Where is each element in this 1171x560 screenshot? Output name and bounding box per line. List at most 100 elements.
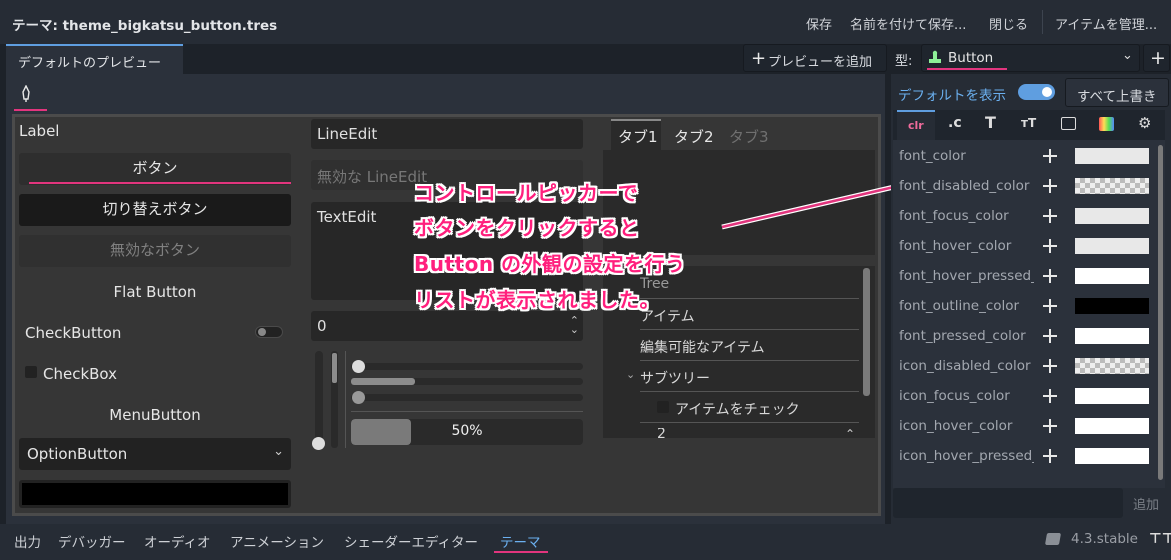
tree-check-item[interactable]: アイテムをチェック — [675, 399, 800, 419]
add-override-icon[interactable] — [1043, 239, 1057, 253]
color-swatch[interactable] — [1075, 418, 1149, 434]
preview-spin-box[interactable]: 0 ⌃ ⌄ — [311, 311, 583, 341]
add-override-icon[interactable] — [1043, 359, 1057, 373]
option-button-label: OptionButton — [27, 445, 128, 463]
add-preview-label: プレビューを追加 — [768, 55, 873, 70]
expand-panel-icon[interactable]: ⊤⊤ — [1149, 531, 1171, 547]
add-override-icon[interactable] — [1043, 149, 1057, 163]
bottom-tab-shader-editor[interactable]: シェーダーエディター — [344, 531, 478, 551]
color-swatch[interactable] — [1075, 358, 1149, 374]
tree-divider — [640, 298, 859, 299]
save-as-button[interactable]: 名前を付けて保存... — [850, 14, 966, 33]
tab-3[interactable]: タブ3 — [729, 126, 769, 147]
tree-divider — [640, 391, 859, 392]
bottom-tab-output[interactable]: 出力 — [14, 531, 41, 551]
add-item-input[interactable] — [893, 488, 1123, 518]
chevron-up-icon[interactable]: ⌃ — [845, 427, 855, 441]
font-icon[interactable]: T — [985, 113, 996, 132]
tree-scrollbar[interactable] — [863, 268, 870, 396]
tree-divider — [640, 360, 859, 361]
icon-type-icon[interactable] — [1061, 117, 1076, 130]
spin-arrows-icon[interactable]: ⌃ ⌄ — [570, 315, 579, 335]
tree-subtree[interactable]: サブツリー — [640, 368, 710, 388]
preview-flat-button[interactable]: Flat Button — [19, 283, 291, 301]
add-override-icon[interactable] — [1043, 419, 1057, 433]
chevron-down-icon: ⌄ — [1122, 48, 1133, 63]
add-preview-button[interactable]: + プレビューを追加 — [743, 44, 887, 72]
preview-hslider[interactable] — [351, 360, 583, 373]
save-button[interactable]: 保存 — [806, 14, 832, 33]
annotation-line-3: Button の外観の設定を行う — [414, 252, 686, 276]
color-swatch[interactable] — [1075, 448, 1149, 464]
preview-check-box[interactable]: CheckBox — [43, 365, 117, 383]
color-swatch[interactable] — [1075, 148, 1149, 164]
property-font-hover-pressed-color: font_hover_pressed_ — [899, 268, 1034, 284]
preview-hseparator — [351, 411, 583, 412]
preview-toggle-button[interactable]: 切り替えボタン — [19, 194, 291, 226]
color-icon: clr — [908, 119, 924, 132]
preview-check-button[interactable]: CheckButton — [25, 324, 121, 342]
color-swatch[interactable] — [1075, 328, 1149, 344]
preview-vseparator — [345, 351, 346, 448]
tab-default-preview[interactable]: デフォルトのプレビュー — [6, 44, 183, 74]
preview-line-edit[interactable]: LineEdit — [311, 119, 583, 149]
show-default-toggle[interactable] — [1018, 84, 1055, 100]
checkbox-icon[interactable] — [657, 401, 669, 413]
add-type-button[interactable]: + — [1143, 44, 1170, 72]
preview-hscrollbar[interactable] — [351, 378, 583, 385]
tree-editable-item[interactable]: 編集可能なアイテム — [640, 337, 765, 357]
preview-vscrollbar[interactable] — [331, 351, 338, 448]
preview-button[interactable]: ボタン — [19, 153, 291, 185]
preview-color-picker-button[interactable] — [19, 480, 291, 508]
bottom-tab-theme[interactable]: テーマ — [500, 531, 541, 551]
annotation-line-4: リストが表示されました。 — [414, 288, 660, 312]
preview-hslider-2[interactable] — [351, 391, 583, 404]
bottom-tab-audio[interactable]: オーディオ — [144, 531, 211, 551]
progress-percent: 50% — [451, 423, 483, 439]
add-override-icon[interactable] — [1043, 329, 1057, 343]
stylebox-icon[interactable] — [1099, 117, 1114, 131]
toggle-switch-icon[interactable] — [255, 326, 283, 338]
color-swatch[interactable] — [1075, 268, 1149, 284]
plus-icon: + — [1150, 47, 1166, 69]
preview-option-button[interactable]: OptionButton ⌄ — [19, 438, 291, 470]
manage-items-button[interactable]: アイテムを管理... — [1055, 14, 1157, 33]
add-override-icon[interactable] — [1043, 269, 1057, 283]
close-button[interactable]: 閉じる — [989, 14, 1028, 33]
color-swatch[interactable] — [1075, 388, 1149, 404]
preview-vslider[interactable] — [312, 351, 325, 450]
constant-icon[interactable]: .c — [948, 115, 962, 131]
button-underline-marker — [29, 182, 291, 184]
tab-1[interactable]: タブ1 — [611, 119, 661, 150]
color-swatch[interactable] — [1075, 178, 1149, 194]
property-list-scrollbar[interactable] — [1158, 145, 1163, 480]
spin-value: 0 — [317, 317, 327, 335]
preview-label: Label — [19, 122, 60, 140]
control-picker-icon[interactable] — [20, 84, 32, 103]
checkbox-icon[interactable] — [25, 366, 37, 378]
add-override-icon[interactable] — [1043, 209, 1057, 223]
theme-tab-underline-marker — [494, 551, 548, 553]
bottom-tab-animation[interactable]: アニメーション — [230, 531, 324, 551]
color-swatch[interactable] — [1075, 208, 1149, 224]
color-swatch[interactable] — [1075, 298, 1149, 314]
preview-menu-button[interactable]: MenuButton — [19, 406, 291, 424]
font-size-icon[interactable]: тT — [1021, 116, 1036, 130]
tab-2[interactable]: タブ2 — [674, 126, 714, 147]
chevron-down-icon[interactable]: ⌄ — [626, 368, 635, 381]
add-override-icon[interactable] — [1043, 449, 1057, 463]
color-swatch[interactable] — [1075, 238, 1149, 254]
bottom-tab-debugger[interactable]: デバッガー — [58, 531, 126, 551]
override-all-button[interactable]: すべて上書き — [1065, 78, 1169, 107]
tab-colors[interactable]: clr — [897, 110, 935, 140]
add-item-button[interactable]: 追加 — [1133, 494, 1159, 513]
property-icon-focus-color: icon_focus_color — [899, 388, 1010, 404]
add-override-icon[interactable] — [1043, 389, 1057, 403]
add-override-icon[interactable] — [1043, 299, 1057, 313]
update-spinner-icon[interactable] — [1044, 533, 1062, 545]
add-override-icon[interactable] — [1043, 179, 1057, 193]
preview-disabled-button: 無効なボタン — [19, 235, 291, 267]
annotation-arrow-line — [721, 184, 895, 230]
settings-icon[interactable]: ⚙ — [1138, 114, 1151, 132]
tree-range-item[interactable]: 2 — [657, 428, 857, 438]
